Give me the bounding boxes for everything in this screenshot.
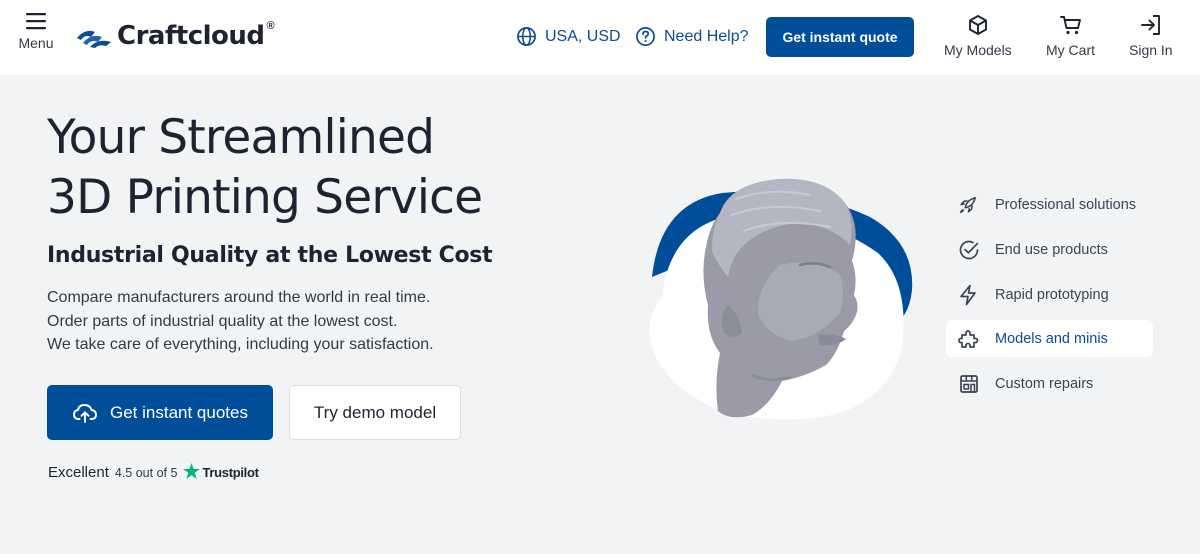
hero-title-line-1: Your Streamlined bbox=[47, 110, 435, 165]
question-circle-icon bbox=[636, 27, 655, 46]
locale-label: USA, USD bbox=[545, 27, 621, 45]
cart-icon bbox=[1059, 16, 1081, 35]
try-demo-model-button[interactable]: Try demo model bbox=[289, 385, 461, 440]
menu-label: Menu bbox=[18, 35, 54, 51]
3d-printed-head-illustration bbox=[649, 178, 913, 420]
rating-label: Excellent bbox=[48, 464, 109, 481]
puzzle-icon bbox=[958, 329, 979, 348]
get-instant-quotes-button[interactable]: Get instant quotes bbox=[47, 385, 273, 440]
store-icon bbox=[960, 374, 978, 393]
lightning-icon bbox=[960, 284, 976, 305]
help-label: Need Help? bbox=[664, 27, 749, 45]
hero-description-line: Order parts of industrial quality at the… bbox=[47, 312, 398, 330]
hero-subtitle: Industrial Quality at the Lowest Cost bbox=[47, 243, 493, 268]
sign-in-label: Sign In bbox=[1129, 42, 1173, 58]
hero-description-line: We take care of everything, including yo… bbox=[47, 336, 434, 353]
hero-title-line-2: 3D Printing Service bbox=[47, 170, 483, 225]
trustpilot-rating[interactable]: Excellent 4.5 out of 5 Trustpilot bbox=[48, 461, 259, 481]
globe-icon bbox=[517, 27, 536, 46]
trustpilot-star-icon bbox=[183, 463, 201, 479]
sign-in-link[interactable]: Sign In bbox=[1129, 14, 1173, 58]
cloud-upload-icon bbox=[73, 403, 97, 423]
logo-text: Craftcloud bbox=[117, 21, 265, 51]
get-instant-quotes-label: Get instant quotes bbox=[110, 402, 248, 422]
top-navigation-bar: Menu Craftcloud ® USA, USD Need Help? Ge… bbox=[0, 0, 1200, 75]
locale-selector[interactable]: USA, USD bbox=[516, 26, 621, 47]
my-models-label: My Models bbox=[944, 42, 1012, 58]
category-label: Models and minis bbox=[995, 330, 1108, 347]
category-rapid-prototyping[interactable]: Rapid prototyping bbox=[946, 276, 1153, 313]
menu-button[interactable]: Menu bbox=[14, 12, 58, 62]
category-models-and-minis[interactable]: Models and minis bbox=[946, 320, 1153, 357]
rocket-icon bbox=[959, 196, 977, 213]
sign-in-icon bbox=[1140, 15, 1160, 35]
hamburger-icon bbox=[26, 13, 46, 30]
check-circle-icon bbox=[959, 240, 979, 259]
category-label: End use products bbox=[995, 241, 1108, 258]
category-custom-repairs[interactable]: Custom repairs bbox=[946, 365, 1153, 402]
my-cart-label: My Cart bbox=[1046, 42, 1095, 58]
category-professional-solutions[interactable]: Professional solutions bbox=[946, 186, 1153, 223]
my-models-link[interactable]: My Models bbox=[944, 14, 1012, 58]
hero-description: Compare manufacturers around the world i… bbox=[47, 286, 434, 357]
category-label: Professional solutions bbox=[995, 196, 1137, 213]
craftcloud-logo[interactable]: Craftcloud ® bbox=[75, 20, 275, 52]
craftcloud-wave-icon bbox=[77, 30, 111, 48]
hero-title: Your Streamlined 3D Printing Service bbox=[47, 108, 483, 228]
rating-score: 4.5 out of 5 bbox=[114, 466, 178, 480]
help-link[interactable]: Need Help? bbox=[635, 26, 749, 47]
category-end-use-products[interactable]: End use products bbox=[946, 231, 1153, 268]
registered-mark: ® bbox=[266, 20, 275, 32]
trustpilot-wordmark: Trustpilot bbox=[202, 465, 259, 480]
get-instant-quote-button[interactable]: Get instant quote bbox=[766, 17, 914, 57]
category-label: Rapid prototyping bbox=[995, 286, 1109, 303]
hero-description-line: Compare manufacturers around the world i… bbox=[47, 289, 431, 306]
cube-icon bbox=[968, 15, 987, 35]
my-cart-link[interactable]: My Cart bbox=[1046, 14, 1095, 58]
category-label: Custom repairs bbox=[995, 375, 1094, 392]
